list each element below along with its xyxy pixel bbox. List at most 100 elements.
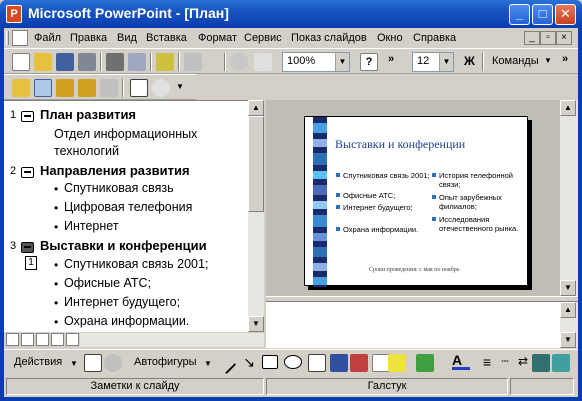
- arrow-icon[interactable]: ↘: [240, 354, 258, 372]
- menu-format[interactable]: Формат: [198, 32, 237, 44]
- slide-thumbnail[interactable]: Выставки и конференции Спутниковая связь…: [304, 116, 528, 287]
- menu-help[interactable]: Справка: [413, 32, 456, 44]
- menu-window[interactable]: Окно: [377, 32, 403, 44]
- chevron-down-icon[interactable]: ▼: [176, 82, 184, 91]
- checklist-icon[interactable]: [130, 79, 148, 97]
- move-up-icon[interactable]: [56, 79, 74, 97]
- close-button[interactable]: ✕: [555, 4, 576, 25]
- normal-view-icon[interactable]: [6, 333, 19, 346]
- slide-title[interactable]: Выставки и конференции: [335, 137, 465, 152]
- chevron-down-icon[interactable]: ▼: [544, 56, 552, 65]
- outline-scrollbar[interactable]: ▲ ▼: [248, 100, 264, 332]
- chevron-down-icon[interactable]: ▼: [70, 359, 78, 368]
- outline-bullet-text[interactable]: Спутниковая связь 2001;: [64, 257, 208, 271]
- outline-bullet-text[interactable]: Офисные АТС;: [64, 276, 151, 290]
- slide-icon[interactable]: [21, 242, 34, 253]
- slide-scrollbar[interactable]: ▲ ▼: [560, 100, 578, 296]
- zoom-select[interactable]: 100% ▼: [282, 52, 350, 72]
- promote-icon[interactable]: [12, 79, 30, 97]
- chevron-down-icon[interactable]: ▼: [204, 359, 212, 368]
- line-icon[interactable]: [213, 351, 237, 375]
- open-icon[interactable]: [34, 53, 52, 71]
- notes-scrollbar[interactable]: ▲ ▼: [560, 302, 578, 348]
- toolbar-grip[interactable]: [6, 31, 9, 45]
- toolbar-more-button-2[interactable]: »: [562, 53, 568, 65]
- slideshow-icon[interactable]: [66, 333, 79, 346]
- dash-style-icon[interactable]: ┄: [496, 354, 514, 372]
- line-color-icon[interactable]: [416, 354, 434, 372]
- toolbar-more-button[interactable]: »: [388, 53, 394, 65]
- outline-slide-title[interactable]: План развития: [40, 107, 136, 122]
- autoshapes-menu[interactable]: Автофигуры: [134, 356, 197, 368]
- minimize-button[interactable]: _: [509, 4, 530, 25]
- scroll-thumb[interactable]: [248, 116, 264, 212]
- new-icon[interactable]: [12, 53, 30, 71]
- menu-tools[interactable]: Сервис: [244, 32, 282, 44]
- rectangle-icon[interactable]: [262, 355, 278, 369]
- textbox-icon[interactable]: [308, 354, 326, 372]
- permission-icon[interactable]: [78, 53, 96, 71]
- doc-close-button[interactable]: ×: [556, 31, 572, 45]
- scroll-down-icon[interactable]: ▼: [248, 316, 264, 332]
- slide-sorter-icon[interactable]: [51, 333, 64, 346]
- powerpoint-app-icon[interactable]: P: [6, 5, 22, 23]
- notes-pane[interactable]: [266, 302, 560, 348]
- slide-view-icon[interactable]: [36, 333, 49, 346]
- menu-slideshow[interactable]: Показ слайдов: [291, 32, 367, 44]
- wordart-icon[interactable]: [330, 354, 348, 372]
- scroll-up-icon[interactable]: ▲: [560, 302, 576, 318]
- document-menu-icon[interactable]: [12, 30, 28, 46]
- outline-bullet-text[interactable]: Охрана информации.: [64, 314, 189, 328]
- outline-bullet-text[interactable]: Спутниковая связь: [64, 181, 174, 195]
- scroll-down-icon[interactable]: ▼: [560, 280, 576, 296]
- help-icon[interactable]: ?: [360, 53, 378, 71]
- clipart-icon[interactable]: [350, 354, 368, 372]
- undo-icon[interactable]: [184, 53, 202, 71]
- font-size-select[interactable]: 12 ▼: [412, 52, 454, 72]
- arrow-style-icon[interactable]: ⇄: [514, 354, 532, 372]
- save-icon[interactable]: [56, 53, 74, 71]
- slide-icon[interactable]: [21, 111, 34, 122]
- print-preview-icon[interactable]: [128, 53, 146, 71]
- commands-button[interactable]: Команды: [492, 55, 539, 67]
- comment-icon[interactable]: [152, 79, 170, 97]
- summary-slide-icon[interactable]: [34, 79, 52, 97]
- outline-bullet-text[interactable]: Интернет: [64, 219, 119, 233]
- print-icon[interactable]: [106, 53, 124, 71]
- outline-body-line[interactable]: Отдел информационных: [54, 127, 197, 141]
- outline-slide-title[interactable]: Направления развития: [40, 163, 190, 178]
- outline-bullet-text[interactable]: Интернет будущего;: [64, 295, 180, 309]
- menu-insert[interactable]: Вставка: [146, 32, 187, 44]
- move-down-icon[interactable]: [78, 79, 96, 97]
- doc-minimize-button[interactable]: _: [524, 31, 540, 45]
- table-icon[interactable]: [254, 53, 272, 71]
- line-style-icon[interactable]: ≡: [478, 354, 496, 372]
- rotate-icon[interactable]: [104, 354, 122, 372]
- actions-menu[interactable]: Действия: [14, 356, 62, 368]
- research-icon[interactable]: [156, 53, 174, 71]
- outline-bullet-text[interactable]: Цифровая телефония: [64, 200, 192, 214]
- maximize-button[interactable]: □: [532, 4, 553, 25]
- chevron-down-icon[interactable]: ▼: [335, 53, 349, 71]
- menu-edit[interactable]: Правка: [70, 32, 107, 44]
- font-color-icon[interactable]: A: [452, 352, 470, 370]
- doc-restore-button[interactable]: ▫: [540, 31, 556, 45]
- outline-slide-title[interactable]: Выставки и конференции: [40, 238, 207, 253]
- scroll-down-icon[interactable]: ▼: [560, 332, 576, 348]
- 3d-icon[interactable]: [552, 354, 570, 372]
- oval-icon[interactable]: [284, 355, 302, 369]
- outline-hscrollbar[interactable]: [80, 333, 264, 347]
- slide-icon[interactable]: [21, 167, 34, 178]
- select-pointer-icon[interactable]: [84, 354, 102, 372]
- menu-file[interactable]: Файл: [34, 32, 61, 44]
- outline-pane[interactable]: 1 План развития Отдел информационных тех…: [4, 100, 248, 332]
- fill-color-icon[interactable]: [388, 354, 406, 372]
- outline-body-line[interactable]: технологий: [54, 144, 119, 158]
- chevron-down-icon[interactable]: ▼: [439, 53, 453, 71]
- collapse-icon[interactable]: [100, 79, 118, 97]
- hyperlink-icon[interactable]: [230, 53, 248, 71]
- outline-view-icon[interactable]: [21, 333, 34, 346]
- scroll-up-icon[interactable]: ▲: [560, 100, 576, 116]
- bold-button[interactable]: Ж: [464, 54, 475, 68]
- scroll-up-icon[interactable]: ▲: [248, 100, 264, 116]
